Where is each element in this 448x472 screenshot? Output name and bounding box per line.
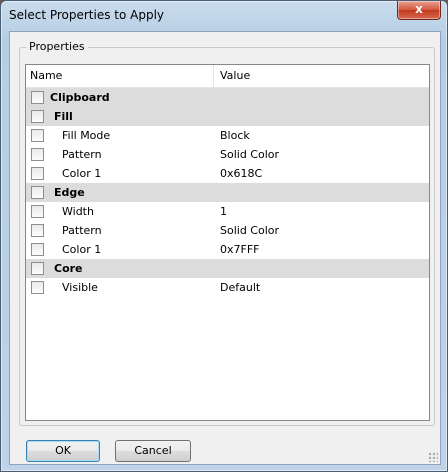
row-value: 1 — [220, 205, 227, 218]
dialog-window: Select Properties to Apply x Properties … — [0, 0, 448, 472]
properties-groupbox: Properties Name Value Clipboard Fill Fill … — [19, 40, 435, 426]
list-item[interactable]: Fill Mode Block — [26, 126, 429, 145]
cancel-button[interactable]: Cancel — [115, 440, 191, 462]
row-checkbox[interactable] — [31, 262, 44, 275]
row-value: 0x618C — [220, 167, 263, 180]
column-header-name[interactable]: Name — [30, 69, 62, 82]
resize-grip-icon[interactable] — [428, 452, 438, 462]
row-checkbox[interactable] — [31, 224, 44, 237]
row-checkbox[interactable] — [31, 281, 44, 294]
close-button[interactable]: x — [397, 1, 441, 20]
window-title: Select Properties to Apply — [9, 8, 165, 22]
row-checkbox[interactable] — [31, 148, 44, 161]
row-name: Width — [62, 205, 94, 218]
row-checkbox[interactable] — [31, 91, 44, 104]
row-name: Clipboard — [50, 91, 110, 104]
row-name: Color 1 — [62, 243, 102, 256]
group-row[interactable]: Fill — [26, 107, 429, 126]
list-item[interactable]: Pattern Solid Color — [26, 145, 429, 164]
properties-list[interactable]: Name Value Clipboard Fill Fill Mode Block Pa… — [25, 64, 430, 421]
group-row[interactable]: Edge — [26, 183, 429, 202]
row-checkbox[interactable] — [31, 110, 44, 123]
row-name: Pattern — [62, 224, 102, 237]
title-bar[interactable]: Select Properties to Apply x — [1, 1, 447, 29]
row-checkbox[interactable] — [31, 186, 44, 199]
list-item[interactable]: Color 1 0x618C — [26, 164, 429, 183]
row-name: Core — [54, 262, 83, 275]
close-icon: x — [415, 2, 423, 16]
list-rows: Clipboard Fill Fill Mode Block Pattern Solid … — [26, 88, 429, 297]
row-checkbox[interactable] — [31, 243, 44, 256]
row-value: Default — [220, 281, 261, 294]
row-name: Fill Mode — [62, 129, 111, 142]
list-item[interactable]: Pattern Solid Color — [26, 221, 429, 240]
group-row[interactable]: Clipboard — [26, 88, 429, 107]
row-value: 0x7FFF — [220, 243, 260, 256]
row-name: Fill — [54, 110, 73, 123]
column-separator[interactable] — [213, 65, 214, 87]
row-value: Solid Color — [220, 148, 280, 161]
list-header: Name Value — [26, 65, 429, 88]
row-name: Pattern — [62, 148, 102, 161]
row-checkbox[interactable] — [31, 205, 44, 218]
list-item[interactable]: Visible Default — [26, 278, 429, 297]
group-row[interactable]: Core — [26, 259, 429, 278]
list-item[interactable]: Width 1 — [26, 202, 429, 221]
row-name: Visible — [62, 281, 98, 294]
row-name: Color 1 — [62, 167, 102, 180]
row-value: Block — [220, 129, 250, 142]
dialog-client-area: Properties Name Value Clipboard Fill Fill … — [9, 31, 441, 465]
row-checkbox[interactable] — [31, 129, 44, 142]
row-checkbox[interactable] — [31, 167, 44, 180]
group-legend: Properties — [26, 40, 88, 53]
ok-button[interactable]: OK — [26, 440, 100, 462]
list-item[interactable]: Color 1 0x7FFF — [26, 240, 429, 259]
row-value: Solid Color — [220, 224, 280, 237]
column-header-value[interactable]: Value — [220, 69, 250, 82]
row-name: Edge — [54, 186, 85, 199]
